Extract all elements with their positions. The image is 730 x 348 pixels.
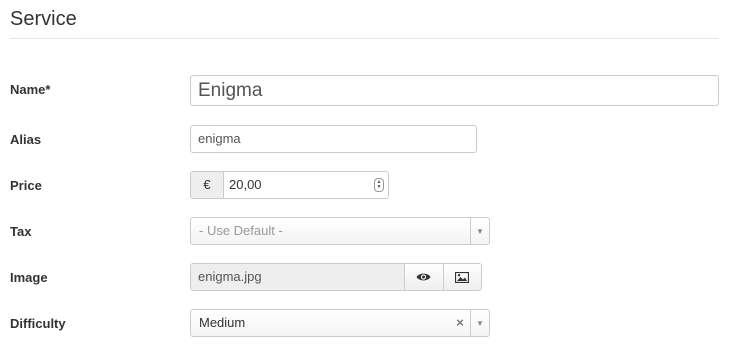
section-divider [10, 38, 719, 39]
alias-label: Alias [10, 132, 42, 147]
image-input-group: enigma.jpg [190, 263, 482, 291]
chevron-down-icon[interactable]: ▼ [470, 218, 489, 244]
image-icon [455, 271, 470, 283]
clear-icon[interactable]: × [450, 310, 470, 336]
name-input[interactable]: Enigma [190, 75, 719, 106]
image-preview-button[interactable] [404, 264, 443, 290]
difficulty-select-value: Medium [199, 315, 246, 330]
name-label: Name* [10, 82, 51, 97]
price-input[interactable]: 20,00 [224, 172, 370, 198]
difficulty-label: Difficulty [10, 316, 66, 331]
image-select-button[interactable] [442, 264, 481, 290]
image-label: Image [10, 270, 48, 285]
price-input-group: € 20,00 ▲ ▼ [190, 171, 389, 199]
currency-addon: € [191, 172, 224, 198]
price-label: Price [10, 178, 42, 193]
tax-label: Tax [10, 224, 32, 239]
spinner-arrows-icon[interactable]: ▲ ▼ [374, 178, 384, 192]
section-title: Service [10, 8, 77, 30]
price-spinner[interactable]: ▲ ▼ [370, 172, 388, 198]
chevron-down-icon[interactable]: ▼ [470, 310, 489, 336]
tax-select-value: - Use Default - [199, 223, 283, 238]
difficulty-select[interactable]: Medium × ▼ [190, 309, 490, 337]
eye-icon [416, 273, 431, 281]
tax-select[interactable]: - Use Default - ▼ [190, 217, 490, 245]
image-input[interactable]: enigma.jpg [191, 264, 404, 290]
alias-input[interactable]: enigma [190, 125, 477, 153]
